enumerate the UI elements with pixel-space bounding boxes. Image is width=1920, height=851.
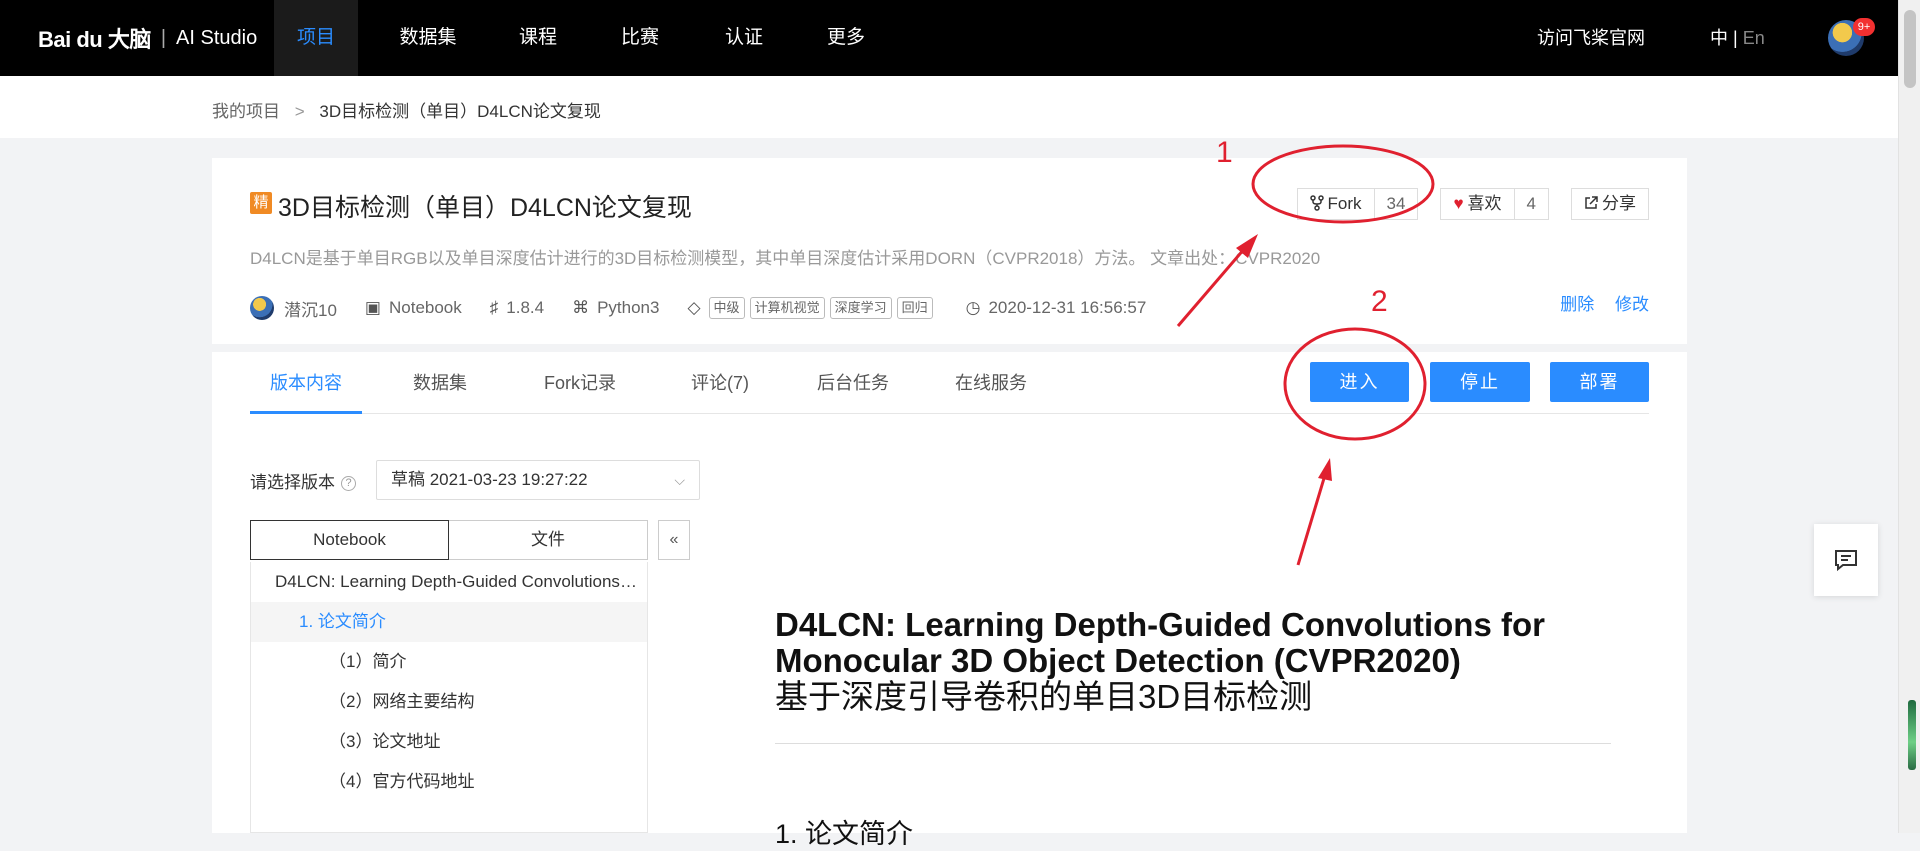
annotation-overlay: [1176, 144, 1435, 566]
annotation-number-2: 2: [1371, 285, 1388, 318]
annotation-arrow-2: [1296, 474, 1327, 566]
annotation-circle-enter: [1283, 327, 1427, 441]
annotation-arrowhead-2: [1318, 458, 1332, 481]
annotation-number-1: 1: [1216, 136, 1233, 169]
annotation-arrow-1: [1176, 247, 1247, 327]
annotation-circle-fork: [1251, 144, 1435, 224]
